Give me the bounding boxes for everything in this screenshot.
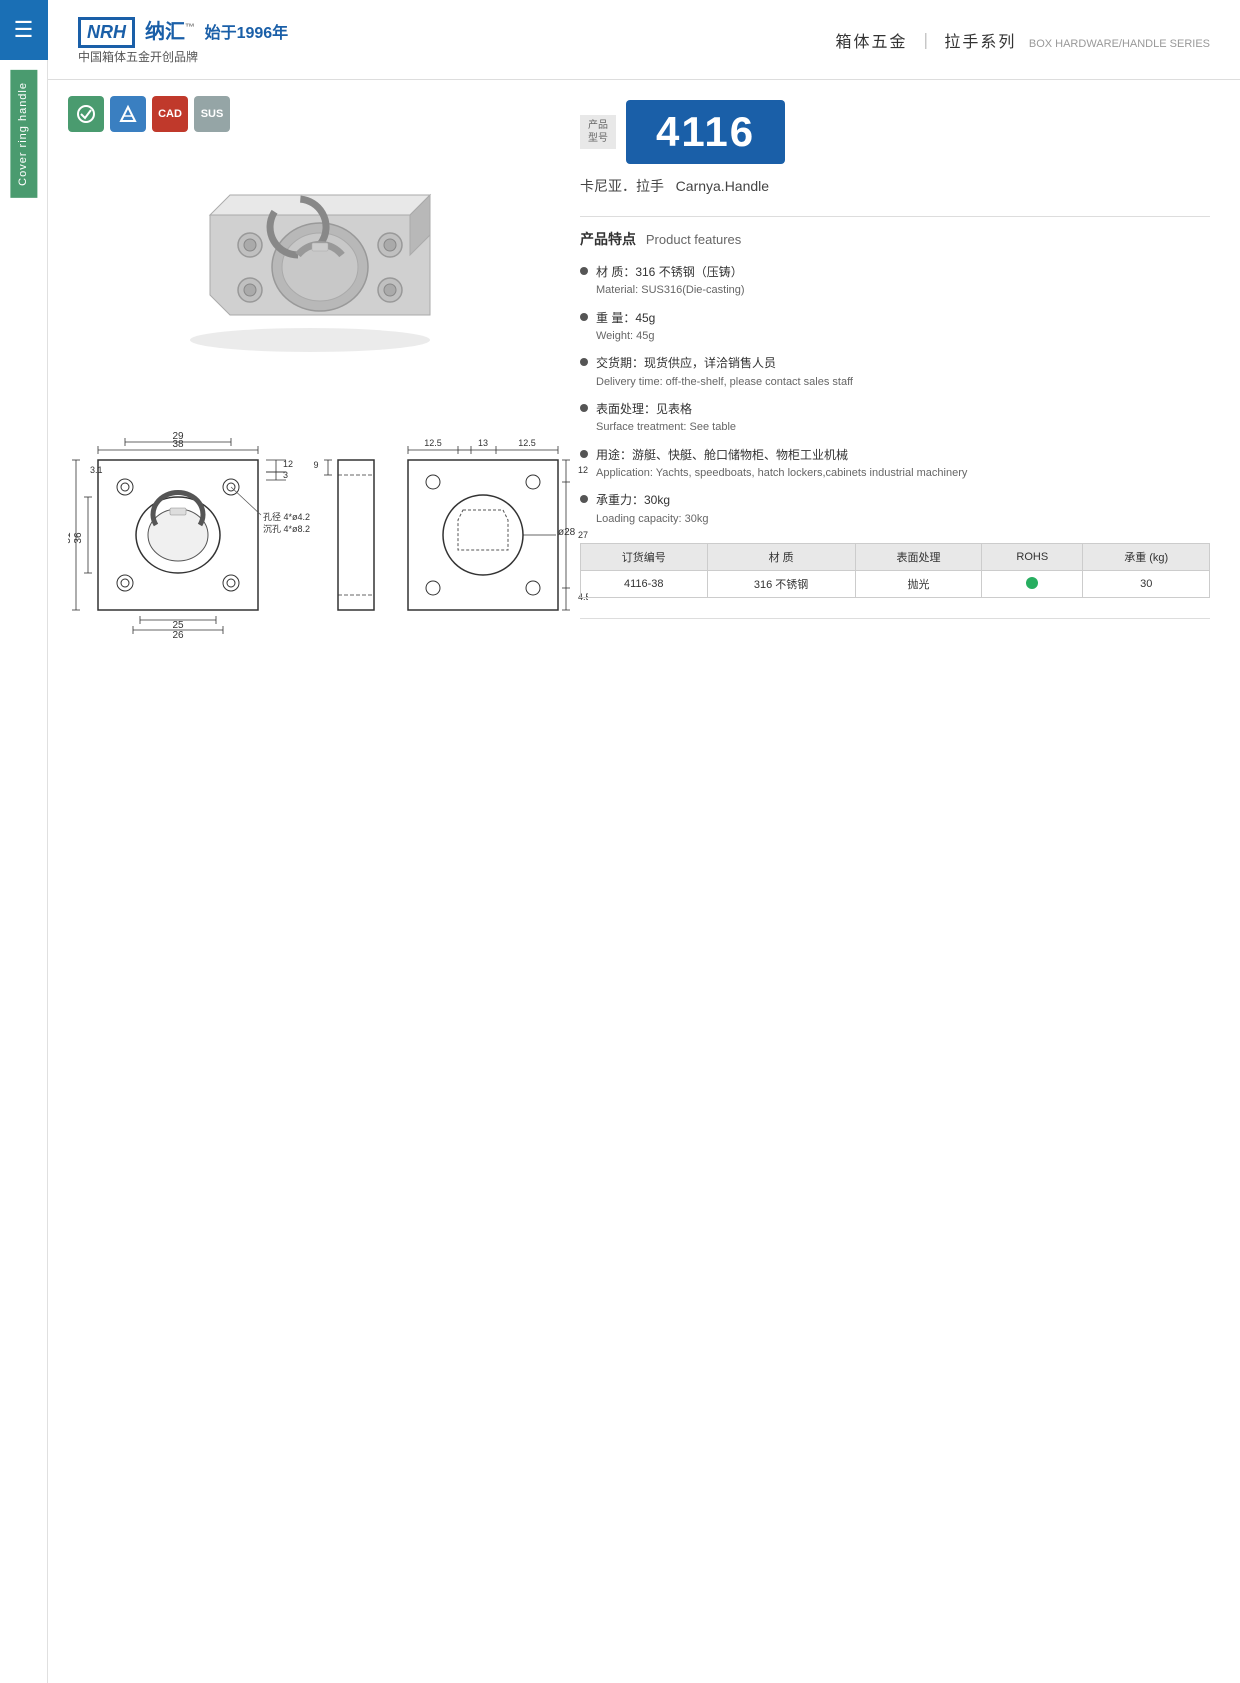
- table-cell-load: 30: [1083, 571, 1210, 598]
- table-cell-rohs: [982, 571, 1083, 598]
- bullet-material: [580, 267, 588, 275]
- svg-text:孔径 4*ø4.2: 孔径 4*ø4.2: [263, 511, 310, 522]
- logo-sub: 中国箱体五金开创品牌: [78, 48, 288, 65]
- table-cell-order-no: 4116-38: [581, 571, 708, 598]
- feature-item-material: 材 质：316 不锈钢（压铸） Material: SUS316(Die-cas…: [580, 263, 1210, 299]
- series-label: 箱体五金 ｜ 拉手系列 BOX HARDWARE/HANDLE SERIES: [835, 28, 1210, 52]
- table-cell-surface: 抛光: [855, 571, 982, 598]
- divider1: [580, 216, 1210, 217]
- feature-application-cn: 用途：游艇、快艇、舱口储物柜、物柜工业机械: [596, 446, 967, 465]
- svg-text:12: 12: [283, 459, 293, 469]
- svg-text:9: 9: [313, 460, 318, 470]
- table-cell-material: 316 不锈钢: [707, 571, 855, 598]
- svg-text:3: 3: [283, 470, 288, 480]
- feature-surface-cn: 表面处理：见表格: [596, 400, 736, 419]
- table-header-rohs: ROHS: [982, 544, 1083, 571]
- feature-surface-en: Surface treatment: See table: [596, 419, 736, 436]
- table-header-material: 材 质: [707, 544, 855, 571]
- product-number: 4116: [626, 100, 785, 164]
- product-photo-svg: [150, 155, 470, 355]
- feature-load-cn: 承重力：30kg: [596, 491, 709, 510]
- feature-material-en: Material: SUS316(Die-casting): [596, 282, 745, 299]
- brand-cn: 纳汇™ 始于1996年: [145, 15, 288, 44]
- technical-drawing-svg: 38 29 12 3 孔径 4*ø4.2 沉孔 4*ø8.2 36 51: [68, 400, 588, 640]
- sidebar-icon: ☰: [14, 17, 34, 43]
- svg-text:13: 13: [478, 438, 488, 448]
- nrh-box: NRH: [78, 17, 135, 48]
- bullet-delivery: [580, 358, 588, 366]
- product-number-box: 产品 型号 4116: [580, 100, 1210, 164]
- feature-item-surface: 表面处理：见表格 Surface treatment: See table: [580, 400, 1210, 436]
- header-right: 箱体五金 ｜ 拉手系列 BOX HARDWARE/HANDLE SERIES: [835, 28, 1210, 52]
- logo-nrh: NRH 纳汇™ 始于1996年: [78, 15, 288, 48]
- features-title: 产品特点 Product features: [580, 229, 1210, 249]
- sidebar-logo: ☰: [0, 0, 48, 60]
- badge-design: [110, 96, 146, 132]
- feature-delivery-cn: 交货期：现货供应，详洽销售人员: [596, 354, 853, 373]
- feature-item-weight: 重 量：45g Weight: 45g: [580, 309, 1210, 345]
- badge-quality: [68, 96, 104, 132]
- right-panel: 产品 型号 4116 卡尼亚．拉手 Carnya.Handle 产品特点 Pro…: [580, 100, 1210, 619]
- svg-text:沉孔 4*ø8.2: 沉孔 4*ø8.2: [263, 524, 310, 534]
- table-header-load: 承重 (kg): [1083, 544, 1210, 571]
- rohs-indicator: [1026, 577, 1038, 589]
- product-label: 产品 型号: [580, 115, 616, 149]
- svg-text:36: 36: [73, 532, 84, 544]
- badge-sus: SUS: [194, 96, 230, 132]
- feature-list: 材 质：316 不锈钢（压铸） Material: SUS316(Die-cas…: [580, 263, 1210, 527]
- feature-load-en: Loading capacity: 30kg: [596, 511, 709, 528]
- feature-item-delivery: 交货期：现货供应，详洽销售人员 Delivery time: off-the-s…: [580, 354, 1210, 390]
- order-table: 订货编号 材 质 表面处理 ROHS 承重 (kg) 4116-38 316 不…: [580, 543, 1210, 598]
- svg-text:29: 29: [172, 431, 184, 442]
- icon-badges: CAD SUS: [68, 96, 230, 132]
- sidebar-tab-en: Cover ring handle: [17, 82, 29, 186]
- feature-delivery-en: Delivery time: off-the-shelf, please con…: [596, 374, 853, 391]
- bullet-load: [580, 495, 588, 503]
- table-row: 4116-38 316 不锈钢 抛光 30: [581, 571, 1210, 598]
- svg-text:3.1: 3.1: [90, 465, 103, 475]
- product-image-area: [130, 145, 490, 365]
- divider-bottom: [580, 618, 1210, 619]
- logo-area: NRH 纳汇™ 始于1996年 中国箱体五金开创品牌: [78, 15, 288, 65]
- svg-text:ø28: ø28: [558, 527, 576, 538]
- table-header-order: 订货编号: [581, 544, 708, 571]
- feature-weight-cn: 重 量：45g: [596, 309, 655, 328]
- drawing-area: 38 29 12 3 孔径 4*ø4.2 沉孔 4*ø8.2 36 51: [68, 400, 588, 645]
- bullet-application: [580, 450, 588, 458]
- svg-text:51: 51: [68, 532, 73, 544]
- badge-cad: CAD: [152, 96, 188, 132]
- svg-text:12.5: 12.5: [424, 438, 442, 448]
- feature-material-cn: 材 质：316 不锈钢（压铸）: [596, 263, 745, 282]
- sidebar-tab: Cover ring handle: [10, 70, 37, 198]
- feature-item-application: 用途：游艇、快艇、舱口储物柜、物柜工业机械 Application: Yacht…: [580, 446, 1210, 482]
- header: NRH 纳汇™ 始于1996年 中国箱体五金开创品牌 箱体五金 ｜ 拉手系列 B…: [48, 0, 1240, 80]
- product-name: 卡尼亚．拉手 Carnya.Handle: [580, 176, 1210, 196]
- feature-weight-en: Weight: 45g: [596, 328, 655, 345]
- sidebar: ☰ Cover ring handle: [0, 0, 48, 1683]
- bullet-surface: [580, 404, 588, 412]
- feature-application-en: Application: Yachts, speedboats, hatch l…: [596, 465, 967, 482]
- nrh-text: NRH: [87, 22, 126, 42]
- feature-item-load: 承重力：30kg Loading capacity: 30kg: [580, 491, 1210, 527]
- svg-text:12.5: 12.5: [518, 438, 536, 448]
- bullet-weight: [580, 313, 588, 321]
- svg-text:26: 26: [172, 630, 184, 640]
- table-header-surface: 表面处理: [855, 544, 982, 571]
